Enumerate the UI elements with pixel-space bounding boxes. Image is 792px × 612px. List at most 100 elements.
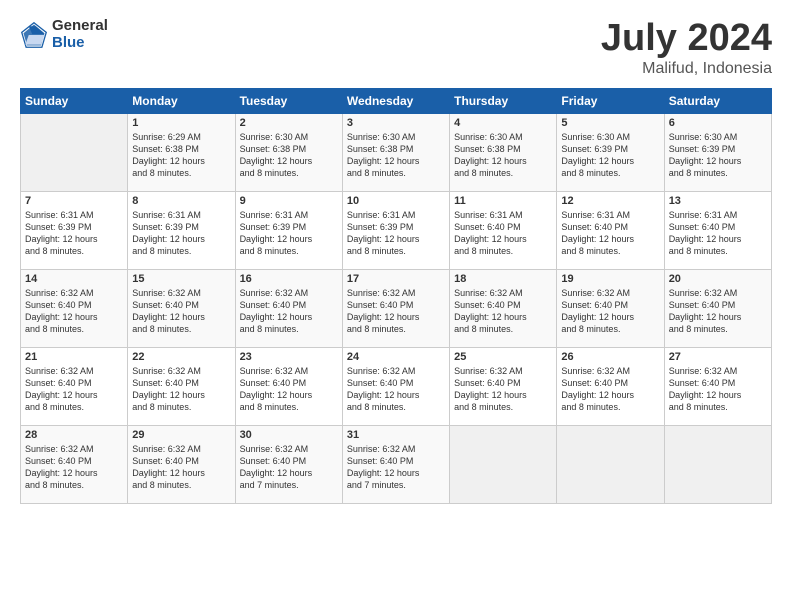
day-number: 23: [240, 351, 338, 363]
calendar-cell: 13 Sunrise: 6:31 AM Sunset: 6:40 PM Dayli…: [664, 191, 771, 269]
calendar-cell: 9 Sunrise: 6:31 AM Sunset: 6:39 PM Daylig…: [235, 191, 342, 269]
weekday-header-monday: Monday: [128, 88, 235, 113]
day-number: 12: [561, 195, 659, 207]
calendar-cell: 1Sunrise: 6:29 AM Sunset: 6:38 PM Daylig…: [128, 113, 235, 191]
day-number: 11: [454, 195, 552, 207]
calendar-cell: 24 Sunrise: 6:32 AM Sunset: 6:40 PM Dayli…: [342, 347, 449, 425]
calendar-cell: 3Sunrise: 6:30 AM Sunset: 6:38 PM Daylig…: [342, 113, 449, 191]
cell-info: Sunrise: 6:32 AM Sunset: 6:40 PM Dayligh…: [240, 287, 338, 336]
calendar-cell: 2Sunrise: 6:30 AM Sunset: 6:38 PM Daylig…: [235, 113, 342, 191]
logo: General Blue: [20, 18, 108, 51]
calendar-cell: 4Sunrise: 6:30 AM Sunset: 6:38 PM Daylig…: [450, 113, 557, 191]
day-number: 4: [454, 117, 552, 129]
day-number: 19: [561, 273, 659, 285]
weekday-header-row: SundayMondayTuesdayWednesdayThursdayFrid…: [21, 88, 772, 113]
logo-general-text: General: [52, 18, 108, 35]
cell-info: Sunrise: 6:32 AM Sunset: 6:40 PM Dayligh…: [132, 287, 230, 336]
calendar-cell: [664, 425, 771, 503]
calendar-week-2: 7 Sunrise: 6:31 AM Sunset: 6:39 PM Daylig…: [21, 191, 772, 269]
day-number: 20: [669, 273, 767, 285]
cell-info: Sunrise: 6:32 AM Sunset: 6:40 PM Dayligh…: [25, 443, 123, 492]
cell-info: Sunrise: 6:30 AM Sunset: 6:39 PM Dayligh…: [669, 131, 767, 180]
calendar-cell: 21Sunrise: 6:32 AM Sunset: 6:40 PM Dayli…: [21, 347, 128, 425]
weekday-header-saturday: Saturday: [664, 88, 771, 113]
day-number: 15: [132, 273, 230, 285]
day-number: 28: [25, 429, 123, 441]
day-number: 5: [561, 117, 659, 129]
day-number: 17: [347, 273, 445, 285]
day-number: 14: [25, 273, 123, 285]
calendar-cell: [21, 113, 128, 191]
cell-info: Sunrise: 6:32 AM Sunset: 6:40 PM Dayligh…: [454, 365, 552, 414]
calendar-cell: 19Sunrise: 6:32 AM Sunset: 6:40 PM Dayli…: [557, 269, 664, 347]
logo-blue-text: Blue: [52, 35, 108, 52]
day-number: 24: [347, 351, 445, 363]
calendar-cell: 18Sunrise: 6:32 AM Sunset: 6:40 PM Dayli…: [450, 269, 557, 347]
calendar-cell: 26Sunrise: 6:32 AM Sunset: 6:40 PM Dayli…: [557, 347, 664, 425]
cell-info: Sunrise: 6:32 AM Sunset: 6:40 PM Dayligh…: [669, 365, 767, 414]
cell-info: Sunrise: 6:31 AM Sunset: 6:39 PM Dayligh…: [132, 209, 230, 258]
cell-info: Sunrise: 6:32 AM Sunset: 6:40 PM Dayligh…: [132, 365, 230, 414]
calendar-week-3: 14 Sunrise: 6:32 AM Sunset: 6:40 PM Dayli…: [21, 269, 772, 347]
day-number: 7: [25, 195, 123, 207]
cell-info: Sunrise: 6:31 AM Sunset: 6:40 PM Dayligh…: [561, 209, 659, 258]
cell-info: Sunrise: 6:32 AM Sunset: 6:40 PM Dayligh…: [347, 365, 445, 414]
cell-info: Sunrise: 6:32 AM Sunset: 6:40 PM Dayligh…: [561, 365, 659, 414]
calendar-cell: 17 Sunrise: 6:32 AM Sunset: 6:40 PM Dayli…: [342, 269, 449, 347]
cell-info: Sunrise: 6:32 AM Sunset: 6:40 PM Dayligh…: [669, 287, 767, 336]
calendar-cell: 23 Sunrise: 6:32 AM Sunset: 6:40 PM Dayli…: [235, 347, 342, 425]
calendar-cell: 20 Sunrise: 6:32 AM Sunset: 6:40 PM Dayli…: [664, 269, 771, 347]
cell-info: Sunrise: 6:29 AM Sunset: 6:38 PM Dayligh…: [132, 131, 230, 180]
calendar-cell: 12 Sunrise: 6:31 AM Sunset: 6:40 PM Dayli…: [557, 191, 664, 269]
calendar-cell: 16 Sunrise: 6:32 AM Sunset: 6:40 PM Dayli…: [235, 269, 342, 347]
calendar-cell: 27 Sunrise: 6:32 AM Sunset: 6:40 PM Dayli…: [664, 347, 771, 425]
day-number: 9: [240, 195, 338, 207]
calendar-page: General Blue July 2024 Malifud, Indonesi…: [0, 0, 792, 612]
day-number: 13: [669, 195, 767, 207]
day-number: 21: [25, 351, 123, 363]
calendar-cell: 6 Sunrise: 6:30 AM Sunset: 6:39 PM Daylig…: [664, 113, 771, 191]
calendar-cell: 14Sunrise: 6:32 AM Sunset: 6:40 PM Dayli…: [21, 269, 128, 347]
calendar-table: SundayMondayTuesdayWednesdayThursdayFrid…: [20, 88, 772, 504]
calendar-week-4: 21 Sunrise: 6:32 AM Sunset: 6:40 PM Dayli…: [21, 347, 772, 425]
calendar-cell: 29 Sunrise: 6:32 AM Sunset: 6:40 PM Dayli…: [128, 425, 235, 503]
cell-info: Sunrise: 6:32 AM Sunset: 6:40 PM Dayligh…: [347, 287, 445, 336]
day-number: 16: [240, 273, 338, 285]
logo-icon: [20, 21, 48, 49]
cell-info: Sunrise: 6:30 AM Sunset: 6:38 PM Dayligh…: [347, 131, 445, 180]
calendar-cell: 22Sunrise: 6:32 AM Sunset: 6:40 PM Dayli…: [128, 347, 235, 425]
day-number: 25: [454, 351, 552, 363]
day-number: 6: [669, 117, 767, 129]
calendar-cell: 25 Sunrise: 6:32 AM Sunset: 6:40 PM Dayli…: [450, 347, 557, 425]
calendar-week-1: 1Sunrise: 6:29 AM Sunset: 6:38 PM Daylig…: [21, 113, 772, 191]
calendar-cell: [557, 425, 664, 503]
day-number: 18: [454, 273, 552, 285]
cell-info: Sunrise: 6:32 AM Sunset: 6:40 PM Dayligh…: [347, 443, 445, 492]
cell-info: Sunrise: 6:31 AM Sunset: 6:40 PM Dayligh…: [454, 209, 552, 258]
cell-info: Sunrise: 6:32 AM Sunset: 6:40 PM Dayligh…: [132, 443, 230, 492]
cell-info: Sunrise: 6:30 AM Sunset: 6:39 PM Dayligh…: [561, 131, 659, 180]
weekday-header-wednesday: Wednesday: [342, 88, 449, 113]
cell-info: Sunrise: 6:31 AM Sunset: 6:40 PM Dayligh…: [669, 209, 767, 258]
calendar-header: SundayMondayTuesdayWednesdayThursdayFrid…: [21, 88, 772, 113]
calendar-location: Malifud, Indonesia: [601, 60, 772, 78]
cell-info: Sunrise: 6:31 AM Sunset: 6:39 PM Dayligh…: [240, 209, 338, 258]
calendar-cell: 7 Sunrise: 6:31 AM Sunset: 6:39 PM Daylig…: [21, 191, 128, 269]
day-number: 31: [347, 429, 445, 441]
day-number: 30: [240, 429, 338, 441]
day-number: 27: [669, 351, 767, 363]
cell-info: Sunrise: 6:32 AM Sunset: 6:40 PM Dayligh…: [240, 365, 338, 414]
calendar-body: 1Sunrise: 6:29 AM Sunset: 6:38 PM Daylig…: [21, 113, 772, 503]
weekday-header-sunday: Sunday: [21, 88, 128, 113]
calendar-cell: 15 Sunrise: 6:32 AM Sunset: 6:40 PM Dayli…: [128, 269, 235, 347]
calendar-title: July 2024: [601, 18, 772, 60]
cell-info: Sunrise: 6:31 AM Sunset: 6:39 PM Dayligh…: [25, 209, 123, 258]
logo-text: General Blue: [52, 18, 108, 51]
day-number: 29: [132, 429, 230, 441]
calendar-week-5: 28 Sunrise: 6:32 AM Sunset: 6:40 PM Dayli…: [21, 425, 772, 503]
weekday-header-thursday: Thursday: [450, 88, 557, 113]
title-block: July 2024 Malifud, Indonesia: [601, 18, 772, 78]
header: General Blue July 2024 Malifud, Indonesi…: [20, 18, 772, 78]
calendar-cell: [450, 425, 557, 503]
calendar-cell: 28 Sunrise: 6:32 AM Sunset: 6:40 PM Dayli…: [21, 425, 128, 503]
